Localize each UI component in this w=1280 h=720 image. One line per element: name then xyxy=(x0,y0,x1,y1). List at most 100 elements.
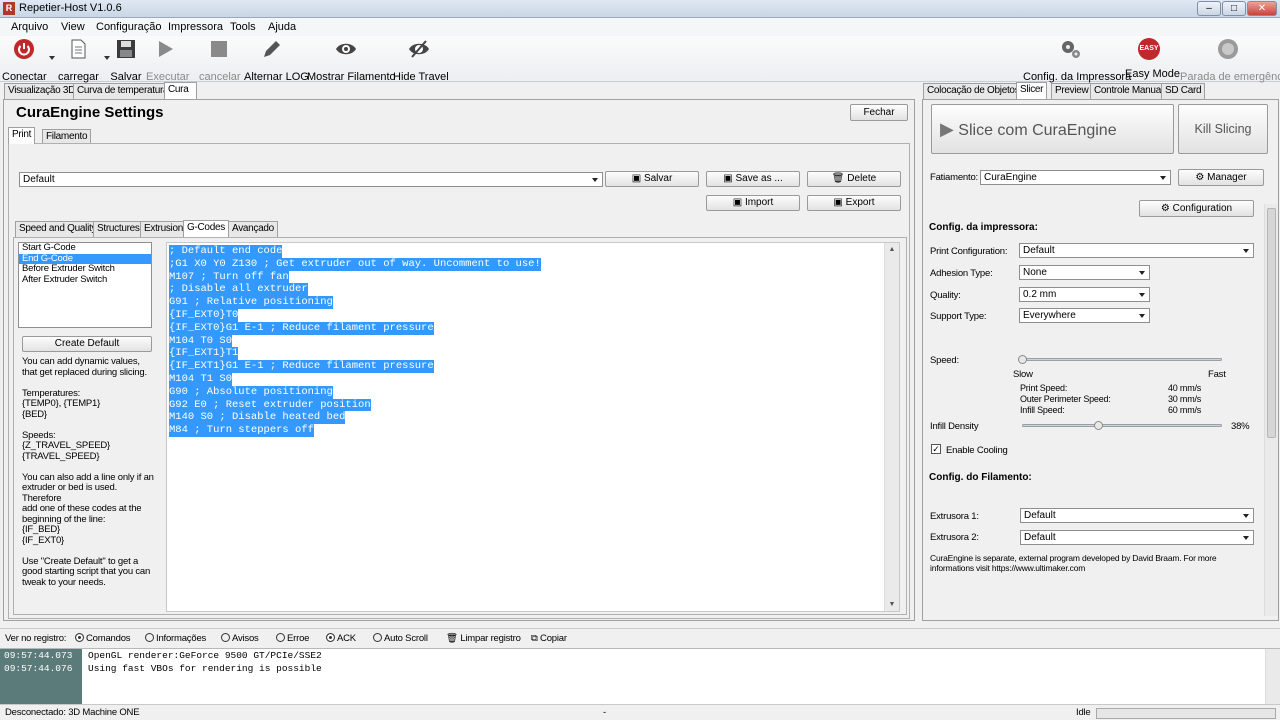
adhesion-select[interactable]: None xyxy=(1019,265,1150,280)
filter-ack[interactable]: ACK xyxy=(326,633,356,644)
filter-commands[interactable]: Comandos xyxy=(75,633,131,644)
log-view[interactable]: 09:57:44.073 OpenGL renderer:GeForce 950… xyxy=(0,648,1280,705)
gcode-line[interactable]: M140 S0 ; Disable heated bed xyxy=(169,411,346,425)
filter-errors[interactable]: Erroe xyxy=(276,633,309,644)
tab-slicer[interactable]: Slicer xyxy=(1016,82,1048,99)
tab-speed-quality[interactable]: Speed and Quality xyxy=(15,221,101,237)
menu-impressora[interactable]: Impressora xyxy=(168,21,223,33)
tab-sd-card[interactable]: SD Card xyxy=(1161,83,1206,99)
menu-tools[interactable]: Tools xyxy=(230,21,256,33)
menu-configuracao[interactable]: Configuração xyxy=(96,21,161,33)
connect-dropdown-arrow[interactable] xyxy=(49,56,55,60)
extruder2-select[interactable]: Default xyxy=(1020,530,1254,545)
easy-mode-button[interactable]: EASY Easy Mode xyxy=(1125,38,1180,80)
run-button[interactable]: Executar xyxy=(146,38,189,83)
cancel-button[interactable]: cancelar xyxy=(199,38,241,83)
gcode-line[interactable]: M104 T1 S0 xyxy=(169,372,233,386)
clear-log-button[interactable]: 🗑 Limpar registro xyxy=(446,633,521,644)
configuration-button[interactable]: ⚙ Configuration xyxy=(1139,200,1254,217)
hide-travel-button[interactable]: Hide Travel xyxy=(393,38,449,83)
list-item[interactable]: Start G-Code xyxy=(19,242,151,254)
slice-button[interactable]: ▶ Slice com CuraEngine xyxy=(931,104,1174,154)
gcode-line[interactable]: M104 T0 S0 xyxy=(169,334,233,348)
gcode-line[interactable]: M84 ; Turn steppers off xyxy=(169,424,314,437)
tab-print[interactable]: Print xyxy=(8,127,36,144)
profile-import-button[interactable]: ▣ Import xyxy=(706,195,800,211)
kill-slicing-button[interactable]: Kill Slicing xyxy=(1178,104,1268,154)
tab-temperature-curve[interactable]: Curva de temperatura xyxy=(73,83,173,99)
gcode-line[interactable]: G92 E0 ; Reset extruder position xyxy=(169,398,371,412)
gcode-line[interactable]: G91 ; Relative positioning xyxy=(169,296,333,309)
list-item[interactable]: After Extruder Switch xyxy=(19,274,151,286)
quality-select[interactable]: 0.2 mm xyxy=(1019,287,1150,302)
tab-preview[interactable]: Preview xyxy=(1051,83,1093,99)
profile-save-button[interactable]: ▣ Salvar xyxy=(605,171,699,187)
tab-manual-control[interactable]: Controle Manual xyxy=(1090,83,1167,99)
load-button[interactable]: carregar xyxy=(58,38,99,83)
scroll-down-icon[interactable]: ▼ xyxy=(885,601,899,608)
scroll-up-icon[interactable]: ▲ xyxy=(885,246,899,253)
filter-info[interactable]: Informações xyxy=(145,633,206,644)
tab-avancado[interactable]: Avançado xyxy=(228,221,278,237)
tab-object-placement[interactable]: Colocação de Objetos xyxy=(923,83,1024,99)
menu-ajuda[interactable]: Ajuda xyxy=(268,21,296,33)
tab-extrusion[interactable]: Extrusion xyxy=(140,221,187,237)
manager-button[interactable]: ⚙ Manager xyxy=(1178,169,1264,186)
gcode-line[interactable]: M107 ; Turn off fan xyxy=(169,270,289,284)
profile-export-button[interactable]: ▣ Export xyxy=(807,195,901,211)
help-line: {TRAVEL_SPEED} xyxy=(22,450,100,462)
maximize-button[interactable]: □ xyxy=(1222,1,1246,16)
menu-view[interactable]: View xyxy=(61,21,85,33)
gcode-line[interactable]: G90 ; Absolute positioning xyxy=(169,385,333,399)
profile-select[interactable]: Default xyxy=(19,172,603,187)
save-button[interactable]: Salvar xyxy=(110,38,142,83)
extruder1-select[interactable]: Default xyxy=(1020,508,1254,523)
tab-cura[interactable]: Cura xyxy=(164,82,197,99)
show-filament-button[interactable]: Mostrar Filamento xyxy=(307,38,396,83)
infill-slider-thumb[interactable] xyxy=(1094,421,1103,430)
speed-slider-thumb[interactable] xyxy=(1018,355,1027,364)
gcode-editor[interactable]: ; Default end code ;G1 X0 Y0 Z130 ; Get e… xyxy=(166,242,900,612)
gcode-line[interactable]: {IF_EXT1}G1 E-1 ; Reduce filament pressu… xyxy=(169,360,434,373)
infill-slider-track[interactable] xyxy=(1022,424,1222,427)
gcode-line[interactable]: {IF_EXT0}G1 E-1 ; Reduce filament pressu… xyxy=(169,321,434,335)
toggle-log-button[interactable]: Alternar LOG xyxy=(244,38,309,83)
print-config-select[interactable]: Default xyxy=(1019,243,1254,258)
tab-filamento[interactable]: Filamento xyxy=(42,129,92,143)
menu-arquivo[interactable]: Arquivo xyxy=(11,21,48,33)
tab-structures[interactable]: Structures xyxy=(93,221,144,237)
gcode-type-list[interactable]: Start G-Code End G-Code Before Extruder … xyxy=(18,242,152,328)
printer-config-button[interactable]: Config. da Impressora xyxy=(1023,38,1131,83)
scrollbar-thumb[interactable] xyxy=(1267,208,1276,438)
tab-gcodes[interactable]: G-Codes xyxy=(183,220,229,237)
copy-log-button[interactable]: ⧉ Copiar xyxy=(531,633,567,644)
close-settings-button[interactable]: Fechar xyxy=(850,104,908,121)
close-window-button[interactable]: ✕ xyxy=(1247,1,1277,16)
editor-scrollbar[interactable]: ▲ ▼ xyxy=(884,243,899,611)
emergency-stop-button[interactable]: Parada de emergência xyxy=(1180,38,1280,83)
gcode-line[interactable]: ; Disable all extruder xyxy=(169,283,308,297)
slicer-select[interactable]: CuraEngine xyxy=(980,170,1171,185)
gcode-text[interactable]: ; Default end code ;G1 X0 Y0 Z130 ; Get e… xyxy=(169,245,541,437)
slicer-scrollbar[interactable] xyxy=(1264,204,1278,616)
tab-3d-view[interactable]: Visualização 3D xyxy=(4,83,80,99)
filter-warnings[interactable]: Avisos xyxy=(221,633,259,644)
profile-save-as-button[interactable]: ▣ Save as ... xyxy=(706,171,800,187)
log-scrollbar[interactable] xyxy=(1265,649,1280,705)
connect-button[interactable]: Conectar xyxy=(2,38,47,83)
create-default-button[interactable]: Create Default xyxy=(22,336,152,352)
gcode-line[interactable]: {IF_EXT1}T1 xyxy=(169,347,239,361)
enable-cooling-checkbox[interactable]: ✓ xyxy=(931,444,941,454)
profile-delete-button[interactable]: 🗑 Delete xyxy=(807,171,901,187)
gear-icon: ⚙ xyxy=(1195,172,1208,183)
list-item[interactable]: Before Extruder Switch xyxy=(19,263,151,275)
gcode-line[interactable]: {IF_EXT0}T0 xyxy=(169,308,239,322)
filter-autoscroll[interactable]: Auto Scroll xyxy=(373,633,428,644)
support-select[interactable]: Everywhere xyxy=(1019,308,1150,323)
infill-label: Infill Density xyxy=(930,421,979,432)
infill-speed-value: 60 mm/s xyxy=(1168,405,1202,415)
speed-slider-track[interactable] xyxy=(1022,358,1222,361)
gcode-line[interactable]: ;G1 X0 Y0 Z130 ; Get extruder out of way… xyxy=(169,257,541,271)
minimize-button[interactable]: – xyxy=(1197,1,1221,16)
gcode-line[interactable]: ; Default end code xyxy=(169,245,283,258)
